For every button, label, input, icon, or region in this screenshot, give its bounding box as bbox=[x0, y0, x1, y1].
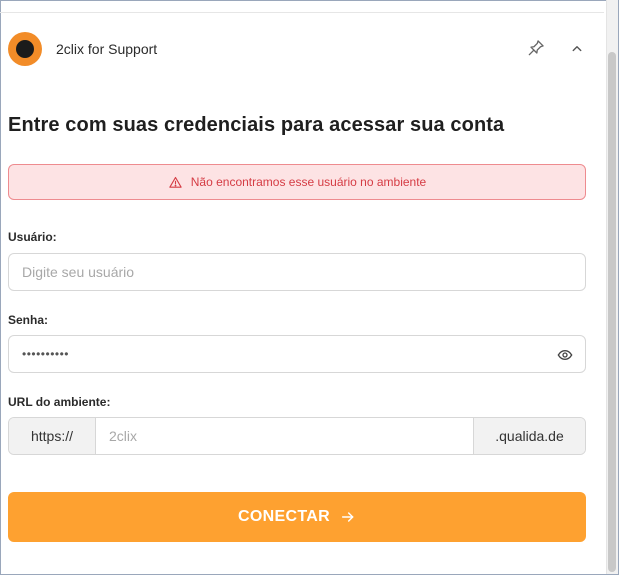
connect-button-label: CONECTAR bbox=[238, 508, 330, 525]
page-title: Entre com suas credenciais para acessar … bbox=[8, 114, 505, 136]
top-divider bbox=[0, 12, 604, 13]
warning-triangle-icon bbox=[169, 176, 182, 188]
pin-icon[interactable] bbox=[526, 38, 546, 58]
password-input[interactable]: •••••••••• bbox=[8, 335, 586, 373]
environment-url-label: URL do ambiente: bbox=[8, 395, 111, 409]
environment-url-placeholder: 2clix bbox=[109, 428, 138, 444]
app-title: 2clix for Support bbox=[56, 41, 158, 57]
connect-button[interactable]: CONECTAR bbox=[8, 492, 586, 542]
environment-url-input[interactable]: 2clix bbox=[96, 418, 473, 454]
password-value: •••••••••• bbox=[22, 347, 70, 361]
url-prefix: https:// bbox=[9, 418, 96, 454]
error-alert: Não encontramos esse usuário no ambiente bbox=[8, 164, 586, 200]
url-suffix: .qualida.de bbox=[473, 418, 585, 454]
circle-logo-icon bbox=[8, 32, 42, 66]
panel-header: 2clix for Support bbox=[0, 30, 600, 70]
chevron-up-icon[interactable] bbox=[568, 40, 586, 58]
error-message: Não encontramos esse usuário no ambiente bbox=[190, 175, 427, 189]
scrollbar-thumb[interactable] bbox=[608, 52, 616, 572]
username-input[interactable]: Digite seu usuário bbox=[8, 253, 586, 291]
arrow-right-icon bbox=[341, 512, 354, 522]
password-label: Senha: bbox=[8, 313, 49, 327]
username-placeholder: Digite seu usuário bbox=[22, 264, 135, 280]
eye-icon[interactable] bbox=[557, 347, 573, 363]
username-label: Usuário: bbox=[8, 230, 57, 244]
environment-url-group: https:// 2clix .qualida.de bbox=[8, 417, 586, 455]
